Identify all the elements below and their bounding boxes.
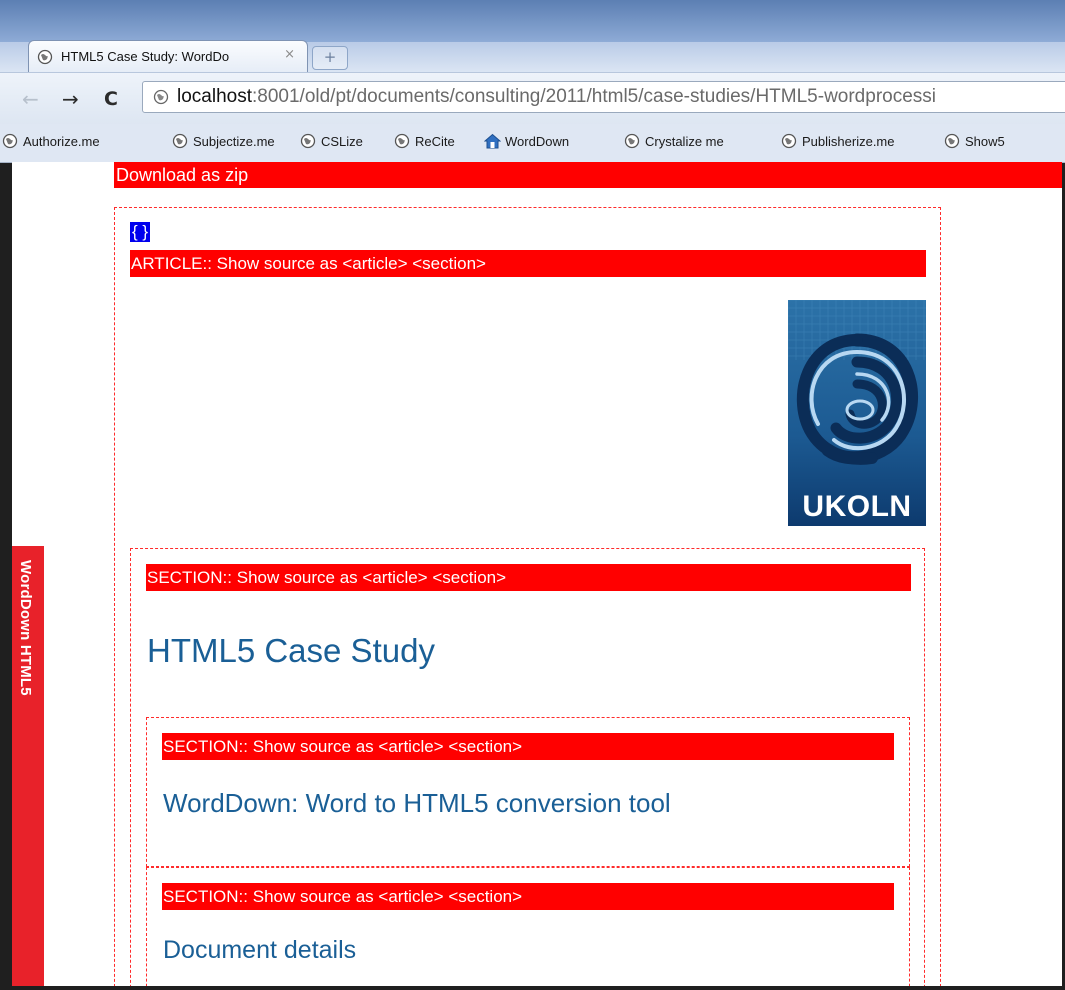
bookmark-item[interactable]: CSLize bbox=[300, 133, 363, 149]
bookmark-item[interactable]: Publisherize.me bbox=[781, 133, 895, 149]
globe-icon bbox=[153, 89, 169, 105]
globe-icon bbox=[2, 133, 18, 149]
article-source-bar[interactable]: ARTICLE:: Show source as <article> <sect… bbox=[130, 250, 926, 277]
bookmark-item[interactable]: Subjectize.me bbox=[172, 133, 275, 149]
bookmark-item[interactable]: Crystalize me bbox=[624, 133, 724, 149]
house-icon bbox=[484, 133, 501, 149]
reload-icon[interactable]: C bbox=[104, 89, 118, 109]
section-source-bar[interactable]: SECTION:: Show source as <article> <sect… bbox=[162, 883, 894, 910]
tab-strip bbox=[0, 0, 1065, 42]
section-source-bar[interactable]: SECTION:: Show source as <article> <sect… bbox=[146, 564, 911, 591]
close-icon[interactable]: × bbox=[284, 47, 295, 62]
section-source-bar[interactable]: SECTION:: Show source as <article> <sect… bbox=[162, 733, 894, 760]
page-content: Download as zip WordDown HTML5 { } ARTIC… bbox=[12, 162, 1062, 986]
download-zip-bar[interactable]: Download as zip bbox=[114, 162, 1062, 188]
tab-title: HTML5 Case Study: WordDo bbox=[61, 49, 230, 64]
globe-icon bbox=[624, 133, 640, 149]
url-text: localhost:8001/old/pt/documents/consulti… bbox=[177, 86, 936, 108]
browser-tab[interactable]: HTML5 Case Study: WordDo × bbox=[28, 40, 308, 72]
back-arrow-icon[interactable]: ← bbox=[22, 89, 39, 109]
bookmarks-bar: Authorize.me Subjectize.me CSLize ReCite Wor… bbox=[0, 124, 1065, 163]
browser-chrome: HTML5 Case Study: WordDo × + ← → C local… bbox=[0, 0, 1065, 163]
globe-icon bbox=[944, 133, 960, 149]
forward-arrow-icon[interactable]: → bbox=[62, 89, 79, 109]
ukoln-logo: UKOLN bbox=[788, 300, 926, 526]
side-tab-label: WordDown HTML5 bbox=[17, 560, 34, 696]
globe-icon bbox=[394, 133, 410, 149]
section-heading: Document details bbox=[163, 936, 357, 964]
globe-icon bbox=[37, 49, 53, 65]
navigation-toolbar: ← → C localhost:8001/old/pt/documents/co… bbox=[0, 72, 1065, 125]
bookmark-item[interactable]: ReCite bbox=[394, 133, 455, 149]
url-path: :8001/old/pt/documents/consulting/2011/h… bbox=[252, 86, 936, 107]
page-title: HTML5 Case Study bbox=[147, 632, 435, 669]
globe-icon bbox=[300, 133, 316, 149]
globe-icon bbox=[172, 133, 188, 149]
logo-wordmark: UKOLN bbox=[802, 490, 912, 523]
bookmark-item[interactable]: Show5 bbox=[944, 133, 1005, 149]
url-host: localhost bbox=[177, 86, 252, 107]
section-heading: WordDown: Word to HTML5 conversion tool bbox=[163, 788, 671, 818]
address-bar[interactable]: localhost:8001/old/pt/documents/consulti… bbox=[142, 81, 1065, 113]
bookmark-item[interactable]: WordDown bbox=[484, 133, 569, 149]
new-tab-button[interactable]: + bbox=[312, 46, 348, 70]
globe-icon bbox=[781, 133, 797, 149]
source-toggle-button[interactable]: { } bbox=[130, 222, 151, 242]
worddown-side-tab[interactable]: WordDown HTML5 bbox=[12, 546, 44, 986]
bookmark-item[interactable]: Authorize.me bbox=[2, 133, 100, 149]
bookmark-label: Publisherize.me bbox=[802, 134, 895, 149]
